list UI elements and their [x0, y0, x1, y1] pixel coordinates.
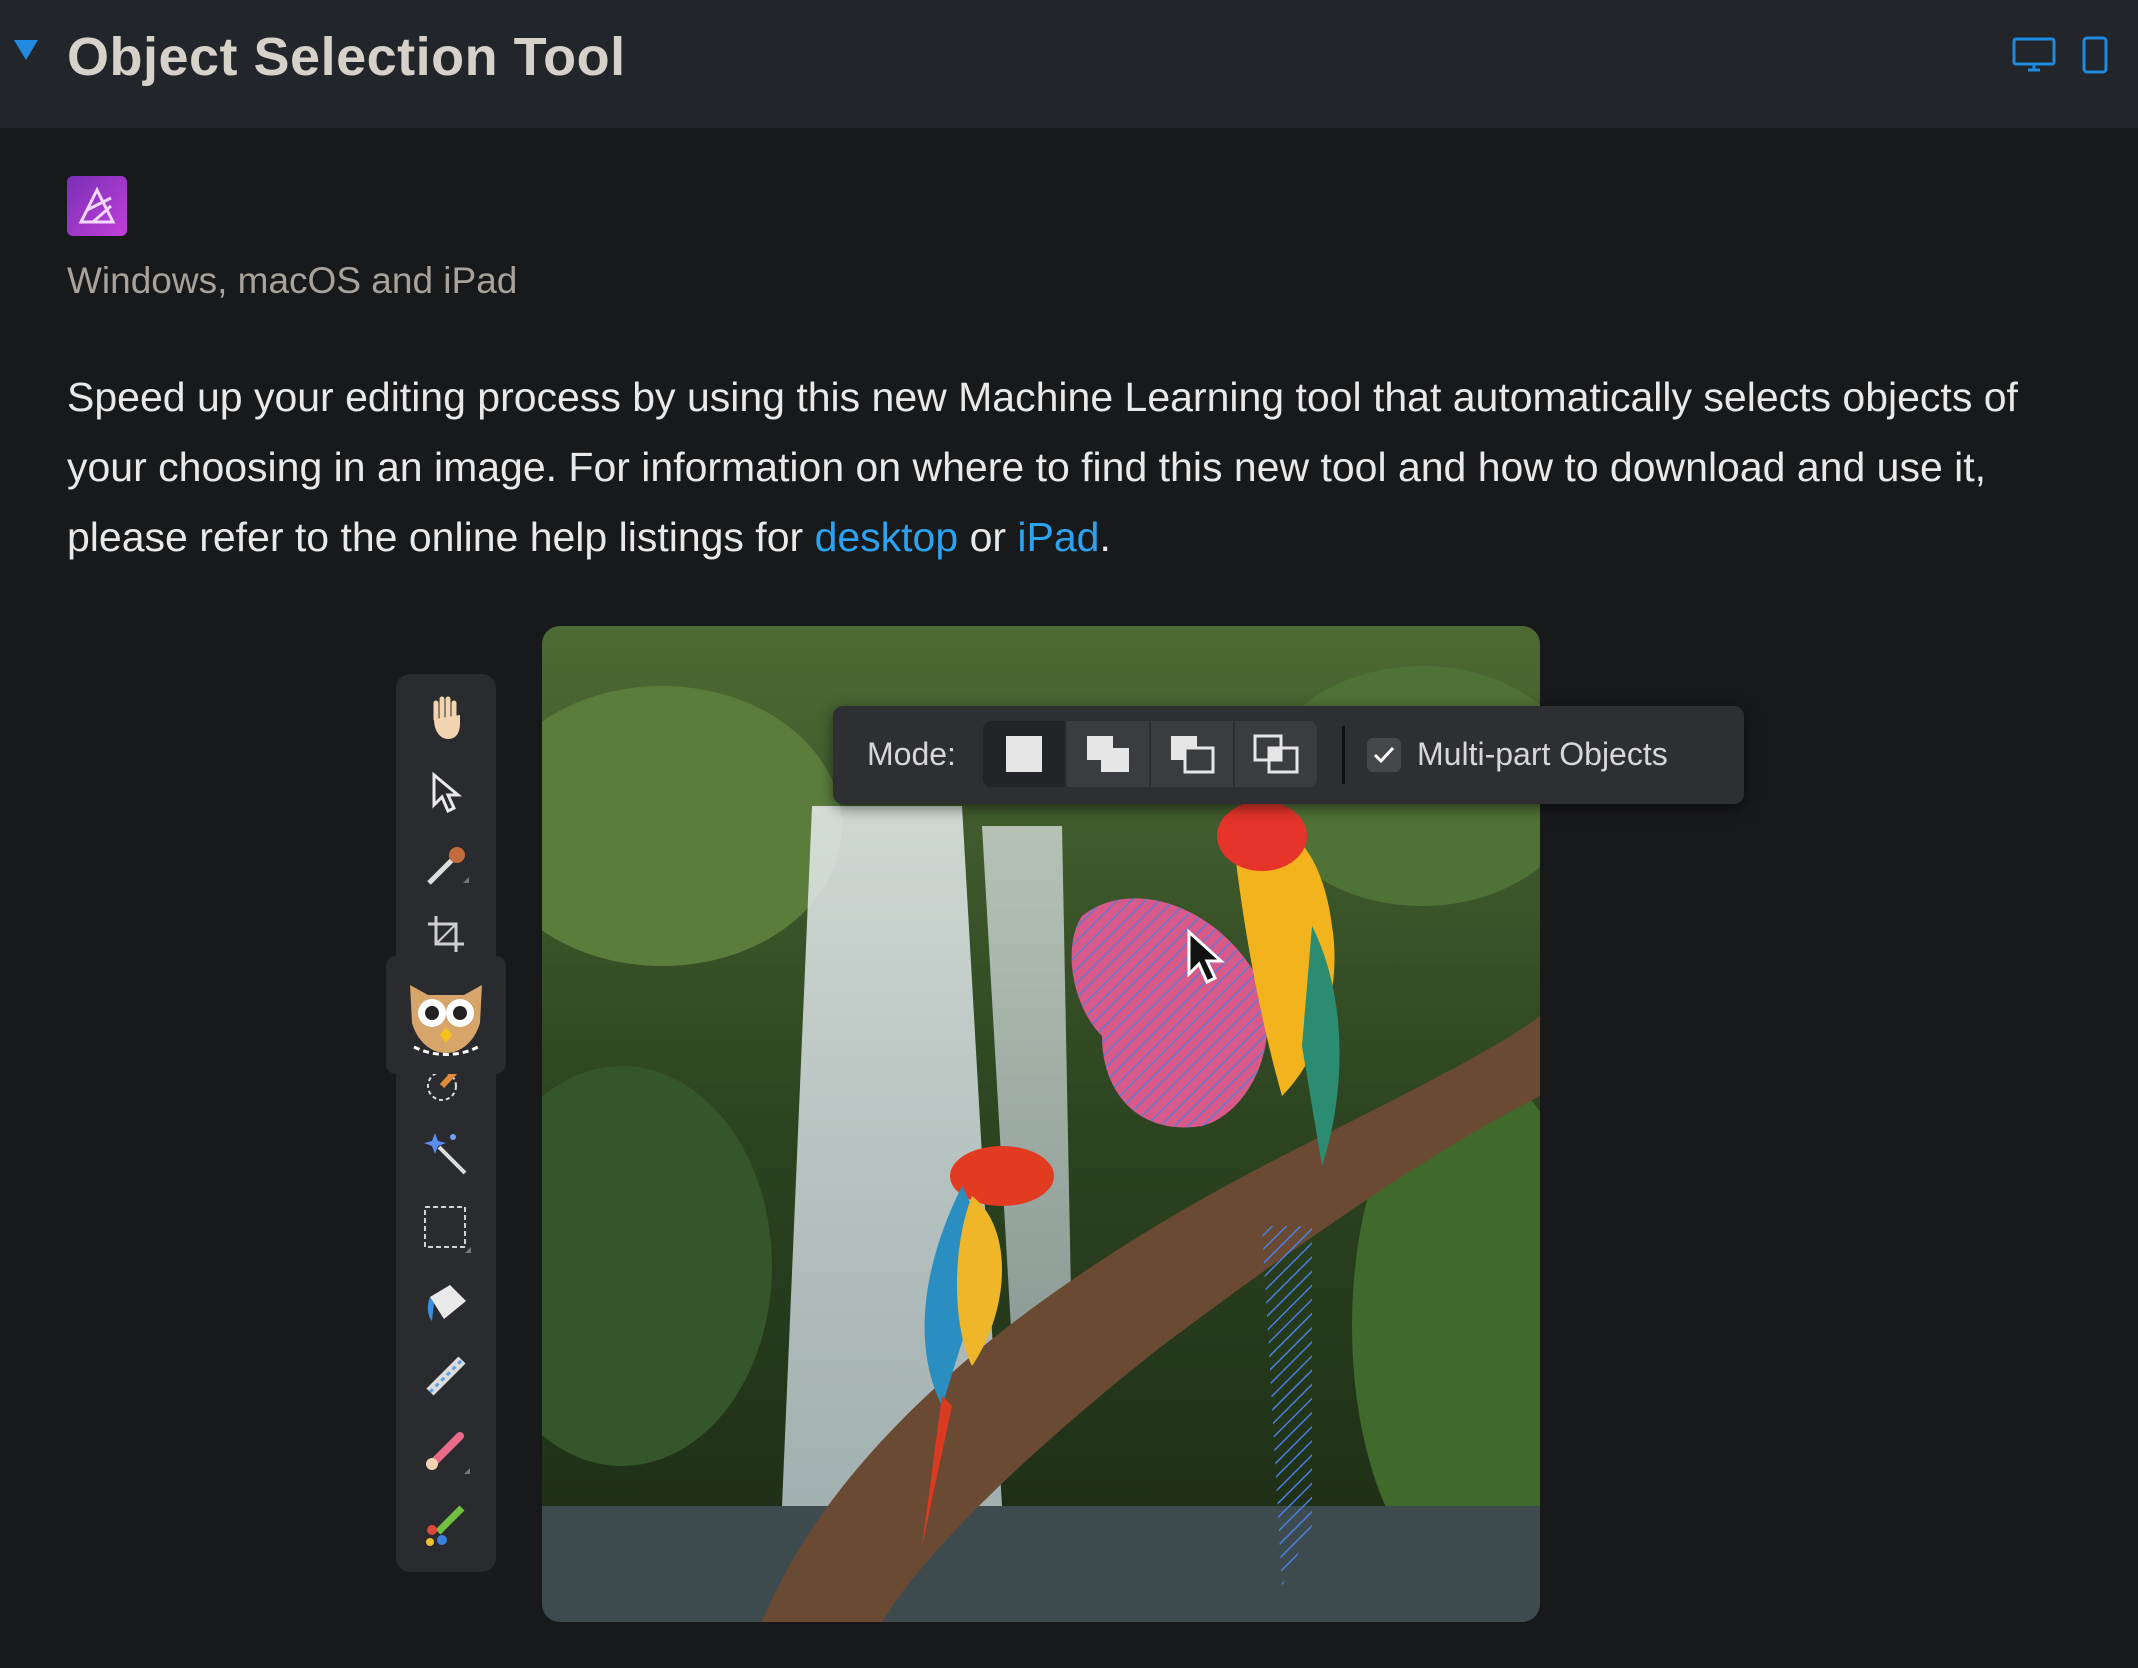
description-text-middle: or	[958, 514, 1018, 560]
mode-label: Mode:	[867, 736, 956, 772]
description-paragraph: Speed up your editing process by using t…	[67, 362, 2087, 572]
add-selection-icon[interactable]	[1067, 721, 1149, 787]
desktop-link[interactable]: desktop	[815, 514, 959, 560]
inpainting-icon[interactable]	[396, 1346, 496, 1406]
magic-wand-icon[interactable]	[396, 1124, 496, 1184]
new-selection-icon[interactable]	[983, 721, 1065, 787]
intersect-selection-icon[interactable]	[1235, 721, 1317, 787]
ipad-link[interactable]: iPad	[1017, 514, 1099, 560]
toolbar-divider	[1342, 726, 1345, 784]
page-title: Object Selection Tool	[67, 27, 626, 87]
flood-fill-icon[interactable]	[396, 1272, 496, 1332]
description-text-end: .	[1099, 514, 1111, 560]
monitor-icon[interactable]	[2012, 37, 2056, 73]
crop-icon[interactable]	[396, 904, 496, 964]
collapse-triangle-icon[interactable]	[14, 40, 38, 60]
tools-panel	[396, 674, 496, 1572]
affinity-photo-icon	[67, 176, 127, 236]
mode-button-group	[983, 721, 1317, 787]
arrow-cursor-icon	[1187, 928, 1225, 985]
color-picker-icon[interactable]	[396, 836, 496, 896]
object-selection-owl-icon[interactable]	[386, 956, 506, 1074]
context-toolbar: Mode: Multi-part Objects	[833, 706, 1744, 804]
mixer-brush-icon[interactable]	[396, 1494, 496, 1554]
hand-icon[interactable]	[396, 688, 496, 748]
multipart-objects-checkbox[interactable]	[1367, 738, 1401, 772]
multipart-objects-label[interactable]: Multi-part Objects	[1417, 736, 1668, 773]
marquee-icon[interactable]	[396, 1198, 496, 1258]
move-pointer-icon[interactable]	[396, 762, 496, 822]
subtract-selection-icon[interactable]	[1151, 721, 1233, 787]
paint-brush-icon[interactable]	[396, 1420, 496, 1480]
checkmark-icon	[1373, 746, 1395, 764]
platforms-label: Windows, macOS and iPad	[67, 260, 518, 301]
section-header: Object Selection Tool	[0, 0, 2138, 128]
device-icons	[2012, 36, 2108, 74]
tablet-icon[interactable]	[2082, 36, 2108, 74]
